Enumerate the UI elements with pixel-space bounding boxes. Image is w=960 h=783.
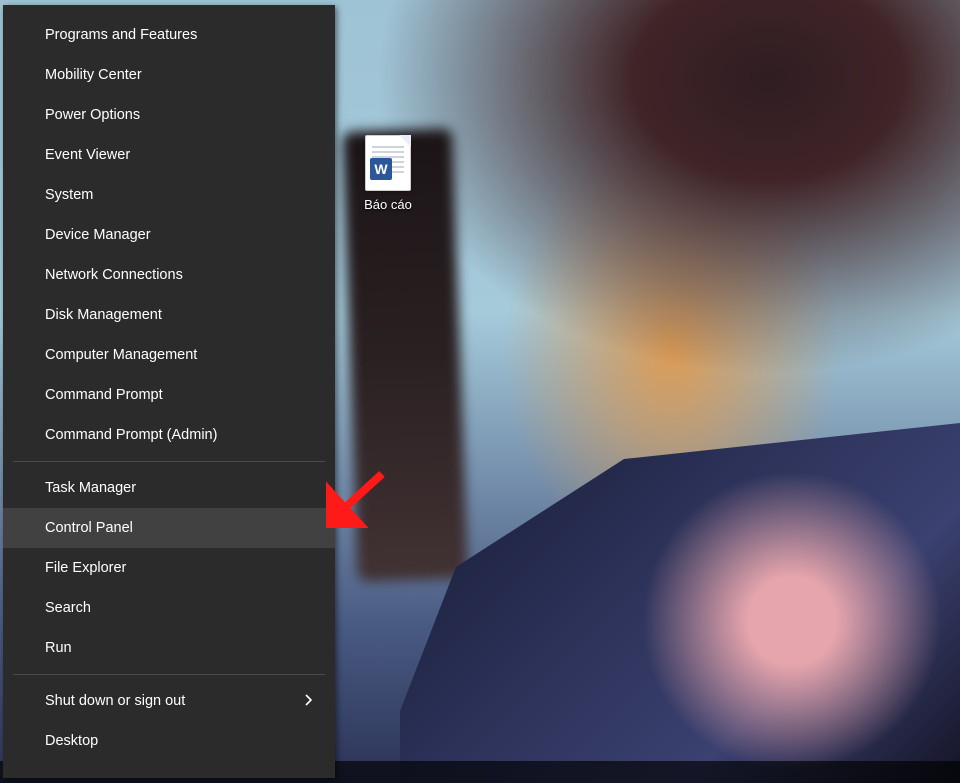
word-document-icon: W xyxy=(365,135,411,191)
menu-item-system[interactable]: System xyxy=(3,175,335,215)
menu-item-search[interactable]: Search xyxy=(3,588,335,628)
menu-separator xyxy=(13,674,325,675)
menu-separator xyxy=(13,461,325,462)
menu-item-disk-management[interactable]: Disk Management xyxy=(3,295,335,335)
menu-item-shut-down-or-sign-out[interactable]: Shut down or sign out xyxy=(3,681,335,721)
desktop-icon-label: Báo cáo xyxy=(345,197,431,212)
winx-power-menu[interactable]: Programs and Features Mobility Center Po… xyxy=(3,5,335,778)
menu-item-device-manager[interactable]: Device Manager xyxy=(3,215,335,255)
menu-item-control-panel[interactable]: Control Panel xyxy=(3,508,335,548)
menu-item-event-viewer[interactable]: Event Viewer xyxy=(3,135,335,175)
menu-item-power-options[interactable]: Power Options xyxy=(3,95,335,135)
menu-item-command-prompt[interactable]: Command Prompt xyxy=(3,375,335,415)
word-badge: W xyxy=(370,158,392,180)
menu-item-command-prompt-admin[interactable]: Command Prompt (Admin) xyxy=(3,415,335,455)
desktop-icon-word-doc[interactable]: W Báo cáo xyxy=(345,135,431,212)
menu-item-network-connections[interactable]: Network Connections xyxy=(3,255,335,295)
menu-item-programs-and-features[interactable]: Programs and Features xyxy=(3,15,335,55)
chevron-right-icon xyxy=(305,693,313,709)
menu-item-run[interactable]: Run xyxy=(3,628,335,668)
menu-item-computer-management[interactable]: Computer Management xyxy=(3,335,335,375)
menu-item-desktop[interactable]: Desktop xyxy=(3,721,335,761)
menu-item-task-manager[interactable]: Task Manager xyxy=(3,468,335,508)
menu-item-file-explorer[interactable]: File Explorer xyxy=(3,548,335,588)
menu-item-mobility-center[interactable]: Mobility Center xyxy=(3,55,335,95)
